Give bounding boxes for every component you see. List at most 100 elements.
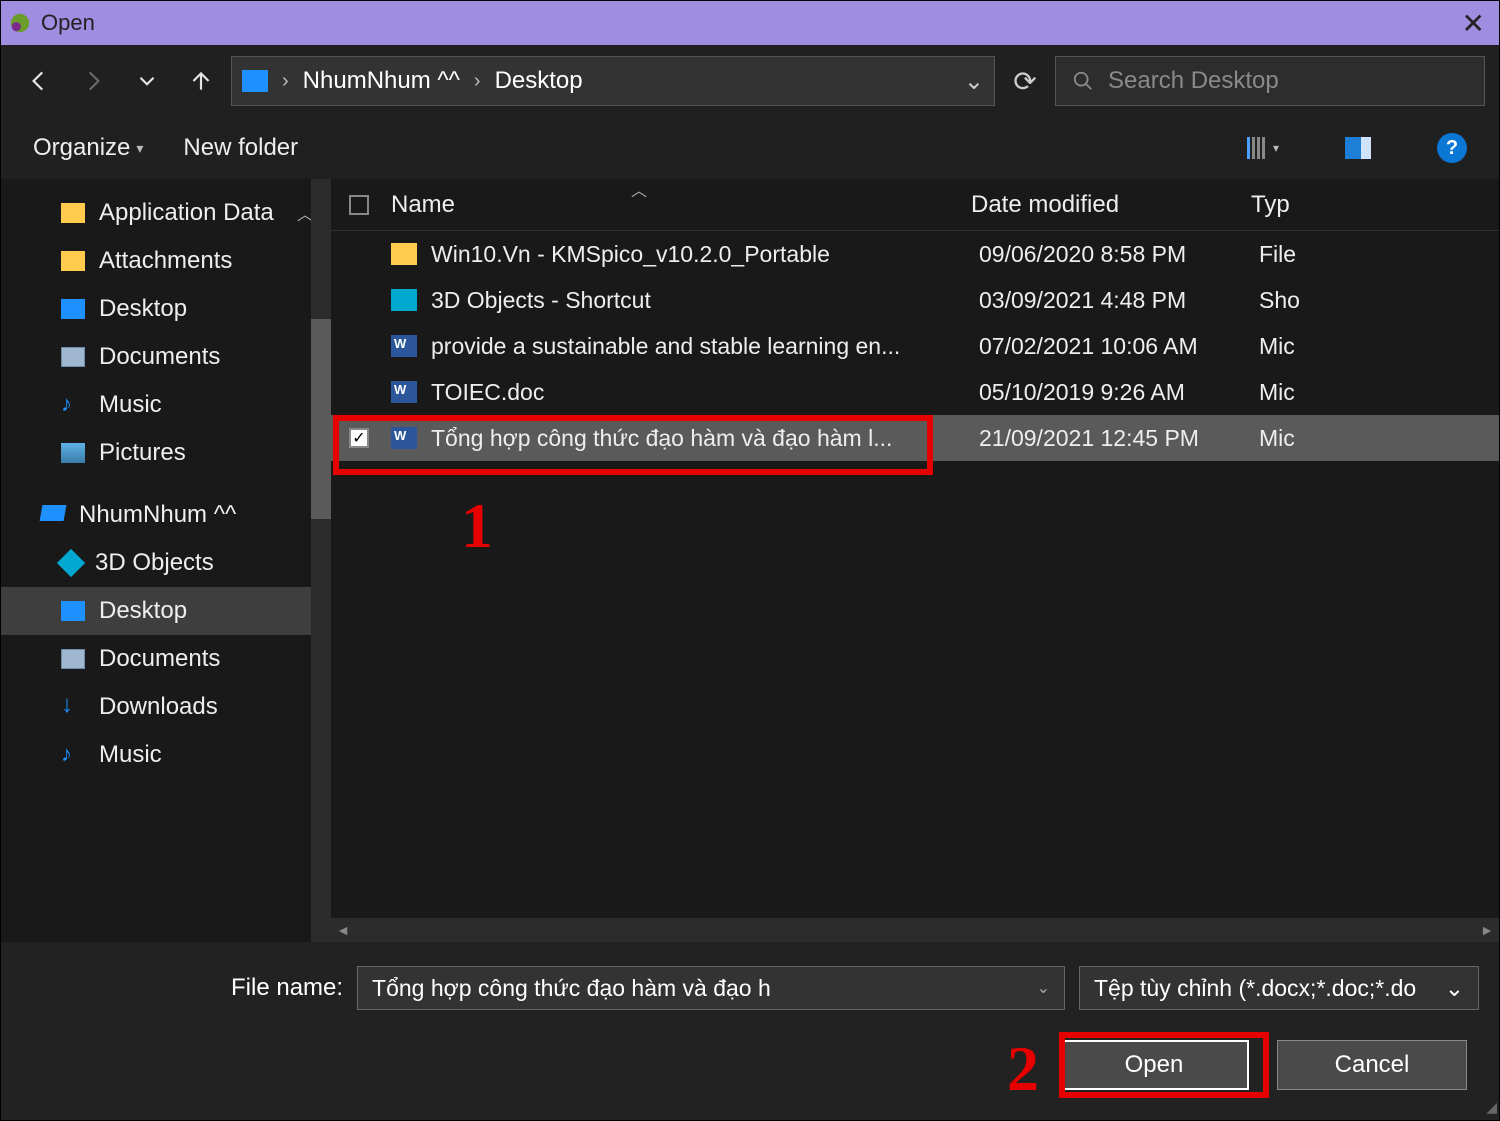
file-type: Sho bbox=[1259, 287, 1499, 314]
titlebar: Open ✕ bbox=[1, 1, 1499, 45]
column-date[interactable]: Date modified bbox=[971, 191, 1251, 219]
sidebar-item-label: Downloads bbox=[99, 693, 218, 721]
file-type: File bbox=[1259, 241, 1499, 268]
chevron-right-icon: › bbox=[474, 70, 481, 93]
sidebar-item[interactable]: Music bbox=[1, 381, 331, 429]
sidebar-item-label: Pictures bbox=[99, 439, 186, 467]
sidebar-item[interactable]: Documents bbox=[1, 635, 331, 683]
sidebar-item-label: Music bbox=[99, 391, 162, 419]
file-type: Mic bbox=[1259, 333, 1499, 360]
desktop-icon bbox=[61, 299, 85, 319]
word-icon bbox=[391, 427, 417, 449]
sidebar-item-label: Documents bbox=[99, 343, 220, 371]
filename-input[interactable]: Tổng hợp công thức đạo hàm và đạo h ⌄ bbox=[357, 966, 1065, 1010]
desktop-icon bbox=[61, 601, 85, 621]
sidebar-item[interactable]: Desktop bbox=[1, 587, 331, 635]
chevron-right-icon: › bbox=[282, 70, 289, 93]
breadcrumb-seg-1[interactable]: NhumNhum ^^ bbox=[303, 67, 460, 95]
sidebar-item-label: Application Data bbox=[99, 199, 274, 227]
caret-down-icon: ▾ bbox=[136, 140, 143, 157]
sidebar-item[interactable]: Downloads bbox=[1, 683, 331, 731]
folder-icon bbox=[61, 203, 85, 223]
caret-down-icon: ▾ bbox=[1273, 141, 1279, 155]
sidebar-item[interactable]: Desktop bbox=[1, 285, 331, 333]
breadcrumb[interactable]: › NhumNhum ^^ › Desktop ⌄ bbox=[231, 56, 995, 106]
obj3d-icon bbox=[57, 549, 85, 577]
pc-icon bbox=[41, 505, 65, 525]
scroll-left-icon[interactable]: ◄ bbox=[331, 922, 355, 938]
view-mode-button[interactable]: ▾ bbox=[1247, 137, 1279, 159]
file-pane: Name ︿ Date modified Typ Win10.Vn - KMSp… bbox=[331, 179, 1499, 942]
filetype-select[interactable]: Tệp tùy chỉnh (*.docx;*.doc;*.do ⌄ bbox=[1079, 966, 1479, 1010]
file-row[interactable]: TOIEC.doc05/10/2019 9:26 AMMic bbox=[331, 369, 1499, 415]
horizontal-scrollbar[interactable]: ◄ ► bbox=[331, 918, 1499, 942]
word-icon bbox=[391, 381, 417, 403]
back-button[interactable] bbox=[15, 57, 63, 105]
folder-icon bbox=[391, 243, 417, 265]
sidebar-item-label: NhumNhum ^^ bbox=[79, 501, 236, 529]
help-button[interactable]: ? bbox=[1437, 133, 1467, 163]
folder-icon bbox=[61, 251, 85, 271]
scrollbar-thumb[interactable] bbox=[311, 319, 331, 519]
chevron-down-icon[interactable]: ⌄ bbox=[1445, 975, 1464, 1002]
preview-pane-button[interactable] bbox=[1345, 137, 1371, 159]
forward-button[interactable] bbox=[69, 57, 117, 105]
sidebar-scrollbar[interactable] bbox=[311, 179, 331, 942]
sidebar-item-label: Attachments bbox=[99, 247, 232, 275]
row-checkbox[interactable]: ✓ bbox=[349, 428, 369, 448]
sidebar-item[interactable]: Attachments bbox=[1, 237, 331, 285]
row-checkbox[interactable] bbox=[349, 336, 369, 356]
sidebar-item-label: 3D Objects bbox=[95, 549, 214, 577]
refresh-button[interactable]: ⟳ bbox=[1001, 56, 1049, 106]
breadcrumb-seg-2[interactable]: Desktop bbox=[495, 67, 583, 95]
search-input[interactable]: Search Desktop bbox=[1055, 56, 1485, 106]
row-checkbox[interactable] bbox=[349, 382, 369, 402]
word-icon bbox=[391, 335, 417, 357]
file-type: Mic bbox=[1259, 425, 1499, 452]
file-row[interactable]: ✓ Tổng hợp công thức đạo hàm và đạo hàm l… bbox=[331, 415, 1499, 461]
docs-icon bbox=[61, 347, 85, 367]
sort-asc-icon: ︿ bbox=[631, 179, 647, 201]
sidebar-item[interactable]: Music bbox=[1, 731, 331, 779]
sidebar-item[interactable]: Application Data︿ bbox=[1, 189, 331, 237]
file-header: Name ︿ Date modified Typ bbox=[331, 179, 1499, 231]
file-name: Win10.Vn - KMSpico_v10.2.0_Portable bbox=[431, 241, 979, 268]
chevron-down-icon[interactable]: ⌄ bbox=[964, 67, 984, 96]
file-row[interactable]: 3D Objects - Shortcut03/09/2021 4:48 PMS… bbox=[331, 277, 1499, 323]
resize-grip-icon[interactable]: ◢ bbox=[1486, 1099, 1495, 1116]
file-name: 3D Objects - Shortcut bbox=[431, 287, 979, 314]
row-checkbox[interactable] bbox=[349, 290, 369, 310]
open-dialog: Open ✕ › NhumNhum ^^ › Desktop ⌄ ⟳ Searc… bbox=[0, 0, 1500, 1121]
file-row[interactable]: Win10.Vn - KMSpico_v10.2.0_Portable09/06… bbox=[331, 231, 1499, 277]
filename-label: File name: bbox=[231, 974, 343, 1002]
sidebar-item[interactable]: Pictures bbox=[1, 429, 331, 477]
column-type[interactable]: Typ bbox=[1251, 191, 1499, 219]
chevron-down-icon[interactable]: ⌄ bbox=[1037, 978, 1050, 998]
up-button[interactable] bbox=[177, 57, 225, 105]
toolbar: Organize▾ New folder ▾ ? bbox=[1, 117, 1499, 179]
cancel-button[interactable]: Cancel bbox=[1277, 1040, 1467, 1090]
row-checkbox[interactable] bbox=[349, 244, 369, 264]
sidebar: Application Data︿AttachmentsDesktopDocum… bbox=[1, 179, 331, 942]
search-icon bbox=[1072, 70, 1094, 92]
file-name: Tổng hợp công thức đạo hàm và đạo hàm l.… bbox=[431, 425, 979, 452]
column-name[interactable]: Name ︿ bbox=[391, 191, 971, 219]
open-button[interactable]: Open bbox=[1059, 1040, 1249, 1090]
sidebar-item[interactable]: Documents bbox=[1, 333, 331, 381]
scroll-right-icon[interactable]: ► bbox=[1475, 922, 1499, 938]
obj3d-icon bbox=[391, 289, 417, 311]
organize-button[interactable]: Organize▾ bbox=[33, 134, 143, 162]
select-all-checkbox[interactable] bbox=[349, 195, 369, 215]
recent-dropdown[interactable] bbox=[123, 57, 171, 105]
file-date: 03/09/2021 4:48 PM bbox=[979, 287, 1259, 314]
main-area: Application Data︿AttachmentsDesktopDocum… bbox=[1, 179, 1499, 942]
file-date: 05/10/2019 9:26 AM bbox=[979, 379, 1259, 406]
file-list: Win10.Vn - KMSpico_v10.2.0_Portable09/06… bbox=[331, 231, 1499, 918]
file-row[interactable]: provide a sustainable and stable learnin… bbox=[331, 323, 1499, 369]
new-folder-button[interactable]: New folder bbox=[183, 134, 298, 162]
close-icon[interactable]: ✕ bbox=[1456, 7, 1491, 40]
sidebar-item[interactable]: 3D Objects bbox=[1, 539, 331, 587]
sidebar-item[interactable]: NhumNhum ^^ bbox=[1, 491, 331, 539]
file-date: 07/02/2021 10:06 AM bbox=[979, 333, 1259, 360]
down-icon bbox=[61, 697, 85, 717]
